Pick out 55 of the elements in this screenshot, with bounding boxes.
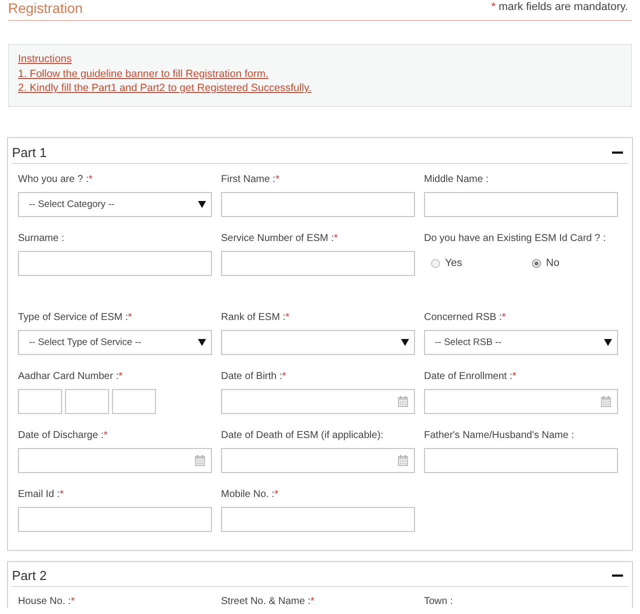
caret-icon (198, 338, 206, 346)
field-label: Date of Enrollment :* (424, 370, 518, 382)
calendar-icon (398, 396, 408, 406)
field-label: Email Id :* (18, 488, 65, 500)
text-field[interactable] (18, 250, 212, 276)
caret-icon (198, 200, 206, 208)
part-title: Part 2 (12, 568, 47, 582)
date-field[interactable] (424, 388, 618, 414)
instruction-link[interactable]: 1. Follow the guideline banner to fill Registration form. (18, 66, 268, 81)
field-label: Date of Discharge :* (18, 428, 109, 442)
text-field[interactable] (112, 388, 156, 414)
field-label: Service Number of ESM :* (221, 232, 339, 244)
text-field[interactable] (221, 250, 415, 276)
field-label: Father's Name/Husband's Name : (424, 428, 575, 442)
text-field[interactable] (221, 192, 415, 216)
calendar-icon (398, 454, 408, 466)
field-label: House No. :* (18, 594, 76, 608)
caret-icon (604, 338, 612, 346)
text-field[interactable] (65, 388, 109, 414)
field-label: Date of Birth :* (221, 370, 288, 382)
instruction-link[interactable]: 2. Kindly fill the Part1 and Part2 to get Registered Successfully. (18, 81, 312, 96)
select-field[interactable]: -- Select Category -- (18, 192, 212, 216)
text-field[interactable] (424, 192, 618, 216)
mandatory-note: * mark fields are mandatory. (491, 0, 628, 14)
field-label: Middle Name : (424, 172, 490, 186)
field-label: Aadhar Card Number :* (18, 370, 124, 382)
field-label: Type of Service of ESM :* (18, 310, 133, 324)
field-label: Rank of ESM :* (221, 310, 290, 324)
date-field[interactable] (221, 388, 415, 414)
select-field[interactable] (221, 330, 415, 354)
field-label: Street No. & Name :* (221, 594, 316, 608)
part-title: Part 1 (12, 146, 47, 160)
field-label: Who you are ? :* (18, 172, 94, 186)
field-label: Mobile No. :* (221, 488, 280, 500)
date-field[interactable] (18, 448, 212, 472)
instructions-heading-link[interactable]: Instructions (18, 52, 72, 66)
field-label: Date of Death of ESM (if applicable): (221, 428, 384, 442)
calendar-icon (601, 396, 611, 406)
field-label: First Name :* (221, 172, 280, 186)
field-label: Surname : (18, 232, 66, 244)
calendar-icon (195, 454, 205, 466)
text-field[interactable] (18, 388, 62, 414)
text-field[interactable] (221, 506, 415, 532)
select-field[interactable]: -- Select RSB -- (424, 330, 618, 354)
date-field[interactable] (221, 448, 415, 472)
caret-icon (401, 338, 409, 346)
text-field[interactable] (18, 506, 212, 532)
page-title: Registration (8, 0, 83, 17)
select-field[interactable]: -- Select Type of Service -- (18, 330, 212, 354)
field-label: Concerned RSB :* (424, 310, 507, 324)
field-label: Do you have an Existing ESM Id Card ? : (424, 232, 607, 244)
radio-option[interactable]: No (532, 256, 560, 270)
text-field[interactable] (424, 448, 618, 472)
field-label: Town : (424, 594, 454, 608)
radio-option[interactable]: Yes (431, 256, 532, 270)
